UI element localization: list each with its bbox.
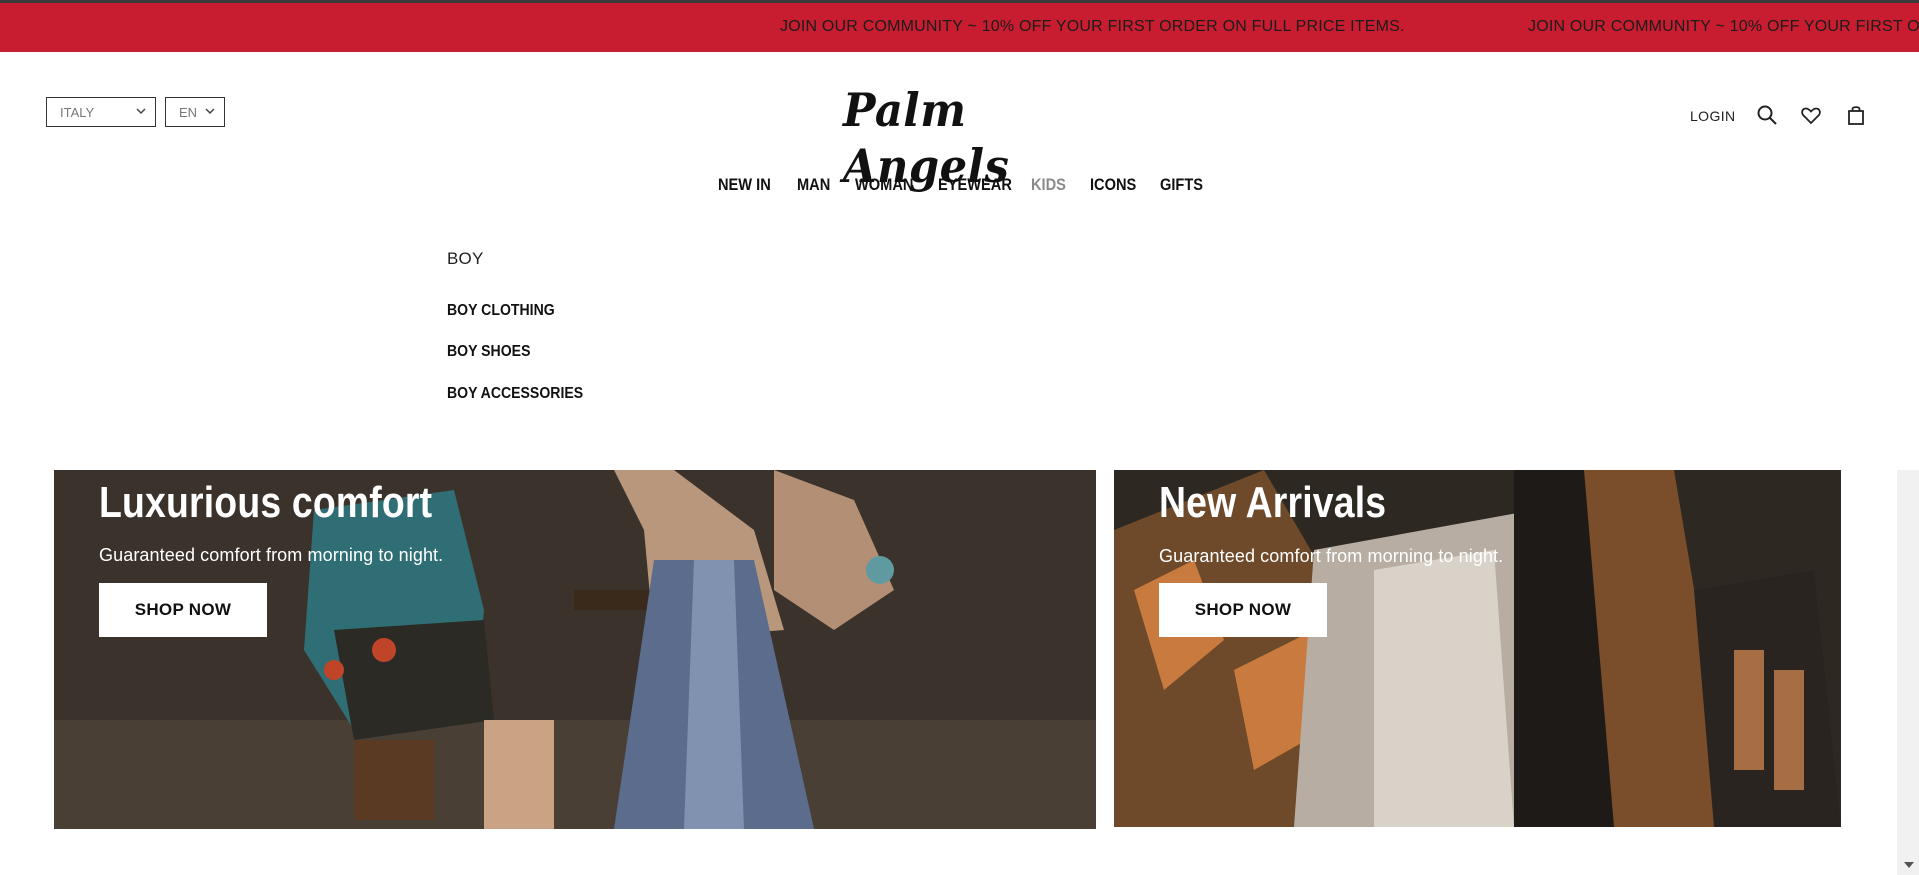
language-value: EN — [179, 105, 198, 120]
main-nav: NEW IN MAN WOMAN EYEWEAR KIDS ICONS GIFT… — [0, 175, 1919, 199]
promo-message: JOIN OUR COMMUNITY ~ 10% OFF YOUR FIRST … — [780, 18, 1405, 35]
shop-now-button[interactable]: SHOP NOW — [99, 583, 267, 637]
scroll-down-arrow-icon[interactable] — [1904, 862, 1914, 868]
submenu-link-boy-clothing[interactable]: BOY CLOTHING — [447, 302, 555, 320]
chevron-down-icon — [136, 108, 146, 115]
country-value: ITALY — [60, 105, 95, 120]
submenu-title[interactable]: BOY — [447, 249, 484, 269]
promo-banner[interactable]: JOIN OUR COMMUNITY ~ 10% OFF YOUR FIRST … — [0, 3, 1919, 52]
nav-item-gifts[interactable]: GIFTS — [1160, 175, 1203, 195]
search-icon[interactable] — [1756, 104, 1778, 126]
banner-title: Luxurious comfort — [99, 478, 433, 527]
nav-item-icons[interactable]: ICONS — [1090, 175, 1136, 195]
nav-item-kids[interactable]: KIDS — [1031, 175, 1066, 195]
heart-icon[interactable] — [1800, 104, 1822, 126]
nav-item-man[interactable]: MAN — [797, 175, 830, 195]
nav-item-new-in[interactable]: NEW IN — [718, 175, 771, 195]
country-select[interactable]: ITALY — [46, 97, 156, 127]
submenu-link-boy-accessories[interactable]: BOY ACCESSORIES — [447, 385, 583, 403]
banner-title: New Arrivals — [1159, 478, 1387, 527]
login-link[interactable]: LOGIN — [1690, 108, 1736, 124]
banner-subtitle: Guaranteed comfort from morning to night… — [1159, 546, 1504, 566]
language-select[interactable]: EN — [165, 97, 225, 127]
shop-now-button[interactable]: SHOP NOW — [1159, 583, 1327, 637]
brand-logo[interactable]: Palm Angels — [843, 82, 1069, 193]
submenu-link-boy-shoes[interactable]: BOY SHOES — [447, 343, 530, 361]
scrollbar[interactable] — [1897, 470, 1919, 875]
bag-icon[interactable] — [1845, 104, 1867, 126]
banner-new-arrivals[interactable]: New Arrivals Guaranteed comfort from mor… — [1114, 470, 1841, 827]
nav-item-eyewear[interactable]: EYEWEAR — [938, 175, 1012, 195]
nav-item-woman[interactable]: WOMAN — [855, 175, 913, 195]
promo-message-repeat: JOIN OUR COMMUNITY ~ 10% OFF YOUR FIRST … — [1528, 18, 1919, 35]
chevron-down-icon — [205, 108, 215, 115]
banner-subtitle: Guaranteed comfort from morning to night… — [99, 545, 444, 565]
banner-luxurious-comfort[interactable]: Luxurious comfort Guaranteed comfort fro… — [54, 470, 1096, 829]
